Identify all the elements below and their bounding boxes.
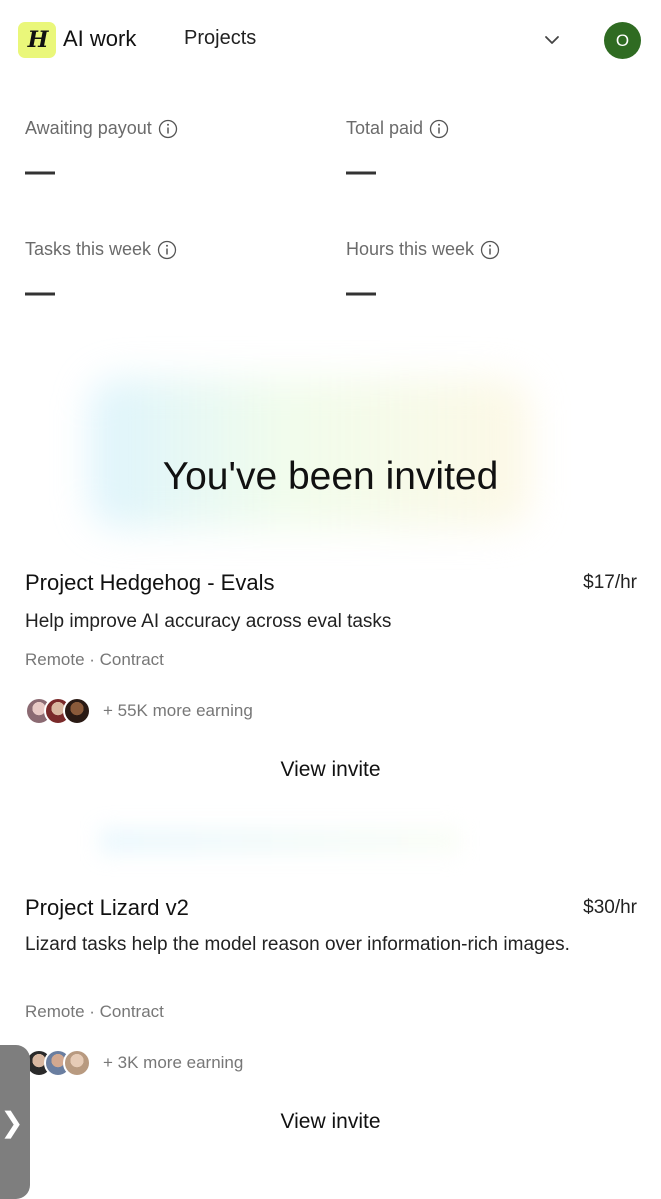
info-icon[interactable] [157,240,177,260]
project-rate: $30/hr [583,897,637,918]
project-description: Help improve AI accuracy across eval tas… [25,611,392,632]
project-description: Lizard tasks help the model reason over … [25,934,570,955]
section-divider [100,828,460,854]
project-card-lizard: Project Lizard v2 $30/hr Lizard tasks he… [0,895,661,1145]
stat-hours-this-week: Hours this week — [346,239,636,308]
nav-projects[interactable]: Projects [184,27,256,50]
stat-total-paid: Total paid — [346,118,636,187]
project-meta: Remote · Contract [25,1002,164,1021]
brand-name: AI work [63,26,137,51]
stat-value: — [25,276,55,309]
info-icon[interactable] [429,119,449,139]
chevron-down-icon[interactable] [542,30,562,50]
info-icon[interactable] [158,119,178,139]
top-nav: H AI work Projects O [0,0,661,80]
earners-row: + 3K more earning [25,1049,243,1077]
invite-heading: You've been invited [162,455,499,498]
logo-letter: H [27,27,49,53]
side-panel-handle[interactable]: ❯ [0,1045,30,1199]
view-invite-button[interactable]: View invite [0,758,661,782]
project-rate: $17/hr [583,572,637,593]
earning-count: + 55K more earning [103,701,253,720]
earners-row: + 55K more earning [25,697,253,725]
stat-awaiting-payout: Awaiting payout — [25,118,315,187]
user-avatar[interactable]: O [604,22,641,59]
stat-value: — [25,155,55,188]
stat-value: — [346,155,376,188]
project-title[interactable]: Project Lizard v2 [25,895,189,921]
stat-label: Tasks this week [25,239,152,259]
project-card-hedgehog: Project Hedgehog - Evals $17/hr Help imp… [0,570,661,790]
stat-label: Awaiting payout [25,118,152,138]
earner-avatar [63,697,91,725]
invite-banner-glow [90,378,530,528]
stat-value: — [346,276,376,309]
stat-tasks-this-week: Tasks this week — [25,239,315,308]
earning-count: + 3K more earning [103,1053,244,1072]
info-icon[interactable] [480,240,500,260]
stat-label: Total paid [346,118,424,138]
logo[interactable]: H [18,22,56,58]
project-meta: Remote · Contract [25,650,164,669]
view-invite-button[interactable]: View invite [0,1110,661,1134]
earner-avatar [63,1049,91,1077]
avatar-initial: O [615,30,630,50]
stat-label: Hours this week [346,239,475,259]
chevron-right-icon: ❯ [0,1106,24,1138]
project-title[interactable]: Project Hedgehog - Evals [25,570,274,596]
